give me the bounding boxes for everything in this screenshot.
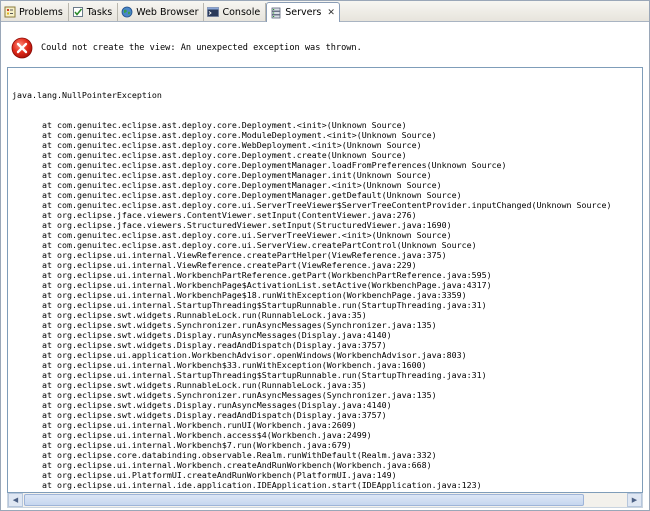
stack-frame-line: at org.eclipse.swt.widgets.Synchronizer.… [42, 390, 437, 400]
view-tab-bar: Problems Tasks Web Browser Console Serve… [1, 1, 649, 22]
stack-frame-line: at org.eclipse.ui.internal.Workbench.cre… [42, 460, 432, 470]
stack-frame-line: at org.eclipse.core.databinding.observab… [42, 450, 437, 460]
stack-frame-line: at com.genuitec.eclipse.ast.deploy.core.… [42, 230, 452, 240]
stack-frame-line: at com.genuitec.eclipse.ast.deploy.core.… [42, 120, 407, 130]
stack-frame-line: at org.eclipse.ui.internal.WorkbenchPage… [42, 280, 492, 290]
console-icon [207, 7, 220, 17]
stack-frame-line: at org.eclipse.ui.internal.Workbench.run… [42, 420, 357, 430]
error-header: Could not create the view: An unexpected… [11, 37, 362, 59]
stack-frame-line: at org.eclipse.ui.internal.Workbench$7.r… [42, 440, 352, 450]
stack-trace-text-area[interactable]: java.lang.NullPointerException at com.ge… [7, 67, 643, 493]
stack-frame-line: at org.eclipse.swt.widgets.Display.readA… [42, 340, 387, 350]
stack-frame-line: at org.eclipse.swt.widgets.Display.runAs… [42, 330, 392, 340]
stack-frame-line: at org.eclipse.ui.internal.Workbench.acc… [42, 430, 372, 440]
stack-frame-line: at org.eclipse.swt.widgets.Display.runAs… [42, 400, 392, 410]
stack-frame-line: at com.genuitec.eclipse.ast.deploy.core.… [42, 130, 437, 140]
stack-frame-line: at org.eclipse.ui.internal.StartupThread… [42, 370, 487, 380]
tab-label: Console [222, 6, 261, 18]
scroll-track[interactable] [23, 493, 627, 507]
exception-line: java.lang.NullPointerException [12, 90, 162, 100]
stack-frame-line: at com.genuitec.eclipse.ast.deploy.core.… [42, 240, 477, 250]
horizontal-scrollbar[interactable]: ◀ ▶ [7, 493, 643, 508]
servers-icon [271, 7, 281, 18]
stack-frame-line: at org.eclipse.ui.internal.WorkbenchPart… [42, 270, 492, 280]
stack-frame-line: at org.eclipse.swt.widgets.Display.readA… [42, 410, 387, 420]
tab-servers[interactable]: Servers ✕ [266, 2, 340, 22]
scroll-left-button[interactable]: ◀ [8, 493, 23, 507]
stack-trace: java.lang.NullPointerException at com.ge… [8, 68, 642, 492]
stack-frame-line: at org.eclipse.jface.viewers.ContentView… [42, 210, 417, 220]
stack-frame-line: at com.genuitec.eclipse.ast.deploy.core.… [42, 160, 507, 170]
stack-frame-line: at org.eclipse.swt.widgets.Synchronizer.… [42, 320, 437, 330]
stack-frame-line: at com.genuitec.eclipse.ast.deploy.core.… [42, 190, 462, 200]
scroll-thumb[interactable] [24, 494, 584, 506]
stack-frame-line: at org.eclipse.ui.internal.WorkbenchPage… [42, 290, 467, 300]
tab-label: Web Browser [136, 6, 199, 18]
scroll-right-button[interactable]: ▶ [627, 493, 642, 507]
stack-frame-line: at org.eclipse.ui.internal.ide.applicati… [42, 480, 482, 490]
tab-label: Servers [285, 7, 322, 18]
error-message: Could not create the view: An unexpected… [41, 43, 362, 53]
stack-frame-line: at org.eclipse.ui.internal.ViewReference… [42, 260, 417, 270]
stack-frame-line: at org.eclipse.swt.widgets.RunnableLock.… [42, 380, 367, 390]
stack-frame-line: at com.genuitec.eclipse.ast.deploy.core.… [42, 150, 407, 160]
stack-frame-line: at com.genuitec.eclipse.ast.deploy.core.… [42, 200, 612, 210]
stack-frame-line: at org.eclipse.ui.application.WorkbenchA… [42, 350, 467, 360]
tasks-icon [72, 7, 83, 17]
stack-frame-line: at org.eclipse.jface.viewers.StructuredV… [42, 220, 452, 230]
stack-frame-line: at com.genuitec.eclipse.ast.deploy.core.… [42, 140, 422, 150]
stack-frame-line: at org.eclipse.ui.internal.Workbench$33.… [42, 360, 427, 370]
error-icon [11, 37, 33, 59]
tab-label: Tasks [86, 6, 113, 18]
stack-frame-line: at org.eclipse.ui.internal.ViewReference… [42, 250, 447, 260]
problems-icon [4, 6, 16, 18]
tab-tasks[interactable]: Tasks [69, 3, 119, 21]
servers-view: Problems Tasks Web Browser Console Serve… [0, 0, 650, 511]
stack-frame-line: at org.eclipse.ui.PlatformUI.createAndRu… [42, 470, 397, 480]
close-icon[interactable]: ✕ [327, 8, 335, 18]
stack-frame-line: at com.genuitec.eclipse.ast.deploy.core.… [42, 170, 432, 180]
tab-problems[interactable]: Problems [1, 3, 69, 21]
globe-icon [121, 6, 133, 18]
tab-console[interactable]: Console [204, 3, 267, 21]
stack-frame-line: at com.genuitec.eclipse.ast.deploy.core.… [42, 180, 442, 190]
tab-label: Problems [19, 6, 63, 18]
tab-web-browser[interactable]: Web Browser [118, 3, 205, 21]
stack-frame-line: at org.eclipse.swt.widgets.RunnableLock.… [42, 310, 367, 320]
stack-frame-line: at org.eclipse.ui.internal.StartupThread… [42, 300, 487, 310]
